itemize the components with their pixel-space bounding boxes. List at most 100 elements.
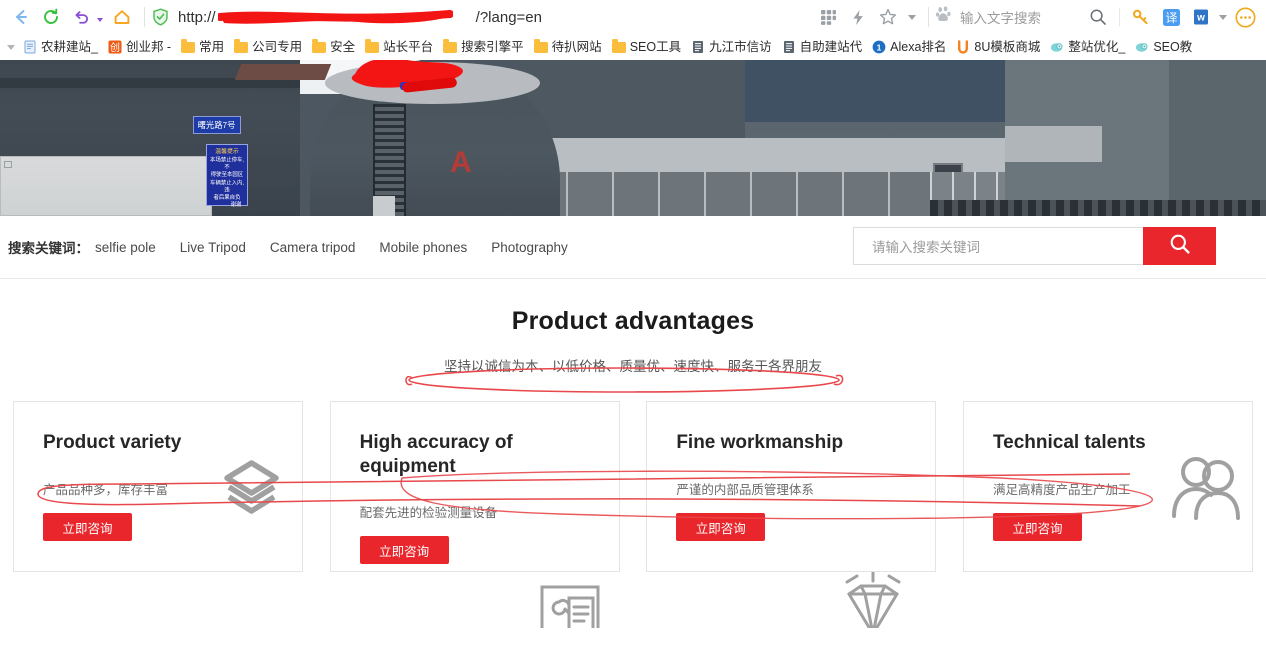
bookmark-label: 整站优化_ xyxy=(1068,40,1126,54)
bookmark-item[interactable]: 待扒网站 xyxy=(529,36,607,58)
page-icon xyxy=(23,40,37,54)
key-icon[interactable] xyxy=(1126,2,1156,32)
page-content: A 曙光路7号 温馨提示 本场禁止停车,不 得驶至本园区 车辆禁止入内,违 者后… xyxy=(0,60,1266,628)
quick-search-box[interactable]: 输入文字搜索 xyxy=(935,6,1041,28)
extension-divider xyxy=(1119,8,1120,26)
word-dropdown-caret-icon[interactable] xyxy=(1216,2,1230,32)
card-consult-button[interactable]: 立即咨询 xyxy=(992,513,1082,541)
bookmark-item[interactable]: 站长平台 xyxy=(360,36,438,58)
folder-icon xyxy=(365,38,380,53)
bookmark-item[interactable]: 安全 xyxy=(307,36,360,58)
search-icon xyxy=(1168,232,1192,261)
word-icon[interactable]: w xyxy=(1186,2,1216,32)
site-search-input[interactable]: 请输入搜索关键词 xyxy=(853,227,1143,265)
keyword-link[interactable]: selfie pole xyxy=(95,240,156,255)
card-title: Product variety xyxy=(43,432,182,453)
bookmark-label: 搜索引擎平 xyxy=(461,40,524,54)
keywords-label: 搜索关键词： xyxy=(8,241,89,256)
seo-icon xyxy=(1135,40,1149,54)
toolbar-overflow-caret-icon[interactable] xyxy=(903,2,921,32)
bookmark-item[interactable]: 公司专用 xyxy=(229,36,307,58)
section-title: Product advantages xyxy=(511,307,755,335)
notice-sign-line: 本场禁止停车,不 xyxy=(210,157,244,171)
bookmark-star-icon[interactable] xyxy=(873,2,903,32)
folder-icon xyxy=(611,38,626,53)
bookmark-label: 公司专用 xyxy=(252,40,303,54)
bookmark-item[interactable]: 搜索引擎平 xyxy=(438,36,529,58)
search-divider xyxy=(928,7,929,27)
keyword-link[interactable]: Mobile phones xyxy=(379,240,467,255)
bookmark-item[interactable]: 自助建站代 xyxy=(777,36,868,58)
bookmark-item[interactable]: 创 创业邦 - xyxy=(103,36,176,58)
url-protocol: http:// xyxy=(178,8,216,26)
keyword-link[interactable]: Live Tripod xyxy=(180,240,246,255)
folder-icon xyxy=(312,38,327,53)
card-consult-button[interactable]: 立即咨询 xyxy=(676,513,766,541)
bookmark-item[interactable]: 8U模板商城 xyxy=(951,36,1045,58)
bookmark-label: 创业邦 - xyxy=(125,40,172,54)
hero-banner-image: A 曙光路7号 温馨提示 本场禁止停车,不 得驶至本园区 车辆禁止入内,违 者后… xyxy=(0,60,1266,216)
bookmark-label: 8U模板商城 xyxy=(974,40,1041,54)
bookmark-label: 站长平台 xyxy=(383,40,434,54)
url-suffix: /?lang=en xyxy=(475,8,542,26)
card-consult-button[interactable]: 立即咨询 xyxy=(43,513,132,541)
bookmarks-bar: 农耕建站_ 创 创业邦 - 常用 公司专用 安全 站长平台 搜索引擎平 待扒网站… xyxy=(0,34,1266,60)
notice-sign-line: 谢谢 xyxy=(230,202,242,208)
notice-sign-line: 车辆禁止入内,违 xyxy=(210,180,244,193)
toolbar-divider xyxy=(144,7,145,27)
address-bar[interactable]: http://XXXXXXXXXXXXXXXXXXXXXXXXXX/?lang=… xyxy=(152,4,813,30)
bookmark-item[interactable]: SEO教 xyxy=(1130,36,1197,58)
folder-icon xyxy=(443,38,458,53)
advantage-card[interactable]: Technical talents 满足高精度产品生产加工 立即咨询 xyxy=(962,401,1253,572)
u-logo-icon xyxy=(956,40,970,54)
advantage-card[interactable]: Product variety 产品品种多，库存丰富 立即咨询 xyxy=(13,401,303,572)
card-description: 满足高精度产品生产加工 xyxy=(992,483,1131,497)
translate-icon[interactable]: 译 xyxy=(1156,2,1186,32)
card-title: High accuracy of equipment xyxy=(359,432,513,478)
list-icon xyxy=(782,40,796,54)
bookmark-item[interactable]: 九江市信访 xyxy=(686,36,777,58)
url-text[interactable]: http://XXXXXXXXXXXXXXXXXXXXXXXXXX/?lang=… xyxy=(178,9,542,26)
wrench-document-icon xyxy=(539,584,601,628)
alexa-icon: 1 xyxy=(872,40,886,54)
bookmark-label: 常用 xyxy=(199,40,225,54)
building-logo-letter: A xyxy=(450,146,472,179)
card-title: Technical talents xyxy=(992,432,1146,453)
bookmark-label: SEO工具 xyxy=(629,40,682,54)
bookmark-label: SEO教 xyxy=(1153,40,1193,54)
history-undo-icon[interactable] xyxy=(66,2,96,32)
back-arrow-icon[interactable] xyxy=(6,2,36,32)
bookmarks-overflow-caret-icon[interactable] xyxy=(4,44,18,50)
advantage-card[interactable]: High accuracy of equipment 配套先进的检验测量设备 立… xyxy=(329,401,620,628)
diamond-icon xyxy=(837,571,909,628)
svg-text:创: 创 xyxy=(110,41,120,54)
bookmark-item[interactable]: SEO工具 xyxy=(607,36,686,58)
notice-sign-line: 得驶至本园区 xyxy=(210,172,244,178)
advantage-card[interactable]: Fine workmanship 严谨的内部品质管理体系 立即咨询 xyxy=(646,401,937,628)
bookmark-label: Alexa排名 xyxy=(890,40,947,54)
apps-grid-icon[interactable] xyxy=(813,2,843,32)
notice-sign-line: 者后果自负 xyxy=(213,195,241,201)
keyword-link[interactable]: Camera tripod xyxy=(270,240,356,255)
people-icon xyxy=(1168,454,1240,529)
list-icon xyxy=(691,40,705,54)
bookmark-item[interactable]: 农耕建站_ xyxy=(18,36,103,58)
bookmark-item[interactable]: 1 Alexa排名 xyxy=(867,36,951,58)
browser-menu-icon[interactable] xyxy=(1230,2,1260,32)
bookmark-item[interactable]: 常用 xyxy=(176,36,229,58)
lightning-icon[interactable] xyxy=(843,2,873,32)
quick-search-input[interactable]: 输入文字搜索 xyxy=(960,7,1041,27)
history-dropdown-caret-icon[interactable] xyxy=(97,17,103,22)
site-search-button[interactable] xyxy=(1143,227,1216,265)
bookmark-item[interactable]: 整站优化_ xyxy=(1045,36,1130,58)
card-consult-button[interactable]: 立即咨询 xyxy=(359,536,449,564)
card-title: Fine workmanship xyxy=(676,432,844,453)
site-search: 请输入搜索关键词 xyxy=(853,227,1216,265)
reload-icon[interactable] xyxy=(36,2,66,32)
keyword-link[interactable]: Photography xyxy=(491,240,568,255)
home-icon[interactable] xyxy=(107,2,137,32)
baidu-icon xyxy=(935,6,953,28)
chuangyebang-icon: 创 xyxy=(108,40,122,54)
layers-icon xyxy=(219,457,284,527)
search-icon[interactable] xyxy=(1083,2,1113,32)
